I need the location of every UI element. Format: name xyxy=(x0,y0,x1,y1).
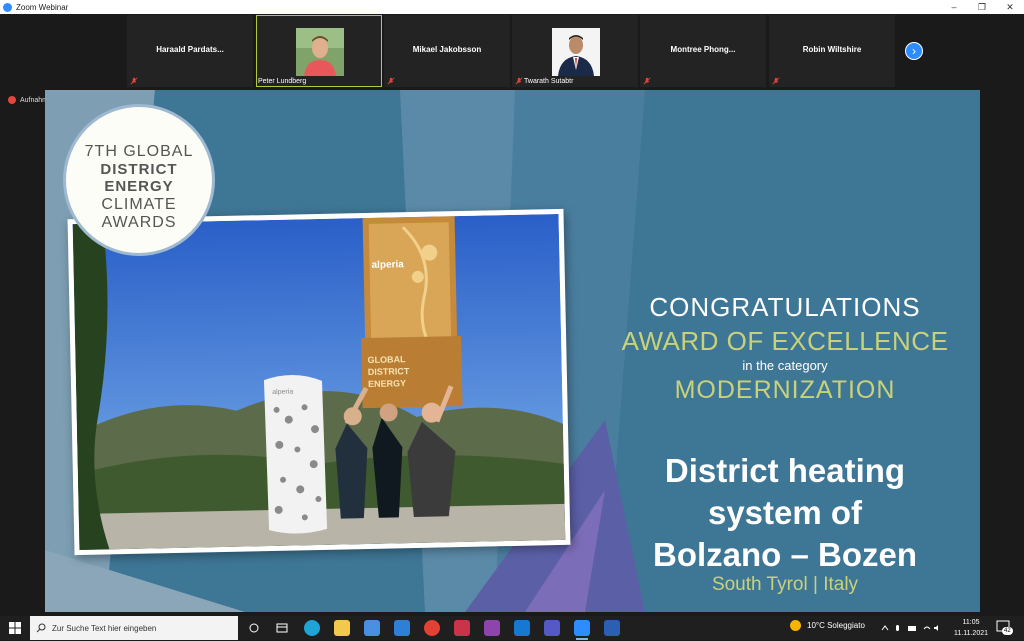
participant-name: Robin Wiltshire xyxy=(802,45,862,54)
window-title-bar: Zoom Webinar – ❐ ✕ xyxy=(0,0,1024,14)
sun-icon xyxy=(790,620,801,631)
task-view-icon[interactable] xyxy=(246,620,262,636)
restore-button[interactable]: ❐ xyxy=(968,0,996,14)
shared-screen-slide: alperia alperia GLOBAL DISTRICT ENERGY 7… xyxy=(45,90,980,612)
clock-date: 11.11.2021 xyxy=(954,630,988,637)
onenote-icon[interactable] xyxy=(484,620,500,636)
file-explorer-icon[interactable] xyxy=(334,620,350,636)
next-page-arrow-icon[interactable]: › xyxy=(905,42,923,60)
participant-tile[interactable]: Mikael Jakobsson xyxy=(384,15,510,87)
participant-tile-active[interactable]: Peter Lundberg xyxy=(256,15,382,87)
participant-tile[interactable]: Twarath Sutabtr xyxy=(512,15,638,87)
svg-text:GLOBAL: GLOBAL xyxy=(367,354,406,365)
d3-icon[interactable] xyxy=(454,620,470,636)
notification-center[interactable]: 42 xyxy=(996,620,1013,636)
award-logo: 7TH GLOBAL DISTRICT ENERGY CLIMATE AWARD… xyxy=(63,104,215,256)
search-placeholder: Zur Suche Text hier eingeben xyxy=(52,623,157,633)
minimize-button[interactable]: – xyxy=(940,0,968,14)
taskbar-search-box[interactable]: Zur Suche Text hier eingeben xyxy=(30,616,238,640)
tower-illustration: alperia xyxy=(263,375,328,534)
category-intro: in the category xyxy=(742,358,828,373)
edge-icon[interactable] xyxy=(304,620,320,636)
muted-mic-icon xyxy=(772,77,780,85)
chrome-icon[interactable] xyxy=(424,620,440,636)
project-line: District heating xyxy=(664,452,906,489)
search-icon xyxy=(36,623,46,633)
award-title: AWARD OF EXCELLENCE xyxy=(621,326,949,356)
participant-tile[interactable]: Robin Wiltshire xyxy=(769,15,895,87)
mail-icon[interactable] xyxy=(394,620,410,636)
participant-tile[interactable]: Montree Phong... xyxy=(640,15,766,87)
logo-line: 7TH GLOBAL xyxy=(84,143,194,160)
participant-name: Mikael Jakobsson xyxy=(412,45,482,54)
clock-time: 11:05 xyxy=(962,619,980,626)
participant-video xyxy=(296,28,344,76)
participant-name: Montree Phong... xyxy=(670,45,736,54)
award-photo: alperia alperia GLOBAL DISTRICT ENERGY xyxy=(67,208,571,556)
participant-name: Peter Lundberg xyxy=(258,78,307,85)
tower-brand: alperia xyxy=(272,389,293,396)
logo-line: DISTRICT xyxy=(100,161,178,178)
weather-text: 10°C Soleggiato xyxy=(807,621,865,630)
windows-logo-icon xyxy=(9,622,21,634)
notification-count: 42 xyxy=(1002,627,1013,635)
participant-gallery: Haraald Pardats... Peter Lundberg Mikael… xyxy=(0,14,1024,88)
logo-line: CLIMATE xyxy=(101,196,177,213)
start-button[interactable] xyxy=(0,616,30,640)
trophy-illustration: alperia GLOBAL DISTRICT ENERGY xyxy=(361,216,463,409)
project-title: District heating system of Bolzano – Boz… xyxy=(605,450,965,576)
zoom-app-icon xyxy=(3,2,12,12)
taskbar-clock[interactable]: 11:05 11.11.2021 xyxy=(950,617,992,639)
muted-mic-icon xyxy=(515,77,523,85)
store-icon[interactable] xyxy=(364,620,380,636)
record-dot-icon xyxy=(8,96,16,104)
participant-name: Twarath Sutabtr xyxy=(524,78,574,85)
close-button[interactable]: ✕ xyxy=(996,0,1024,14)
word-icon[interactable] xyxy=(604,620,620,636)
window-title: Zoom Webinar xyxy=(16,2,69,12)
participant-video xyxy=(552,28,600,76)
logo-line: ENERGY xyxy=(104,178,174,195)
participant-name: Haraald Pardats... xyxy=(156,45,224,54)
widgets-icon[interactable] xyxy=(274,620,290,636)
participant-tile[interactable]: Haraald Pardats... xyxy=(127,15,253,87)
muted-mic-icon xyxy=(387,77,395,85)
project-location: South Tyrol | Italy xyxy=(711,574,859,595)
muted-mic-icon xyxy=(643,77,651,85)
zoom-icon[interactable] xyxy=(574,620,590,640)
project-line: Bolzano – Bozen xyxy=(652,536,918,573)
windows-taskbar: Zur Suche Text hier eingeben 10°C Solegg… xyxy=(0,616,1024,640)
teams-icon[interactable] xyxy=(544,620,560,636)
category-name: MODERNIZATION xyxy=(674,376,896,404)
outlook-icon[interactable] xyxy=(514,620,530,636)
muted-mic-icon xyxy=(130,77,138,85)
weather-widget[interactable]: 10°C Soleggiato xyxy=(790,620,865,631)
project-line: system of xyxy=(707,494,863,531)
congratulations-heading: CONGRATULATIONS xyxy=(649,292,921,322)
system-tray-icons[interactable] xyxy=(880,623,940,633)
logo-line: AWARDS xyxy=(101,214,177,231)
svg-text:DISTRICT: DISTRICT xyxy=(368,366,410,377)
trophy-brand: alperia xyxy=(371,259,404,271)
svg-text:ENERGY: ENERGY xyxy=(368,378,406,389)
